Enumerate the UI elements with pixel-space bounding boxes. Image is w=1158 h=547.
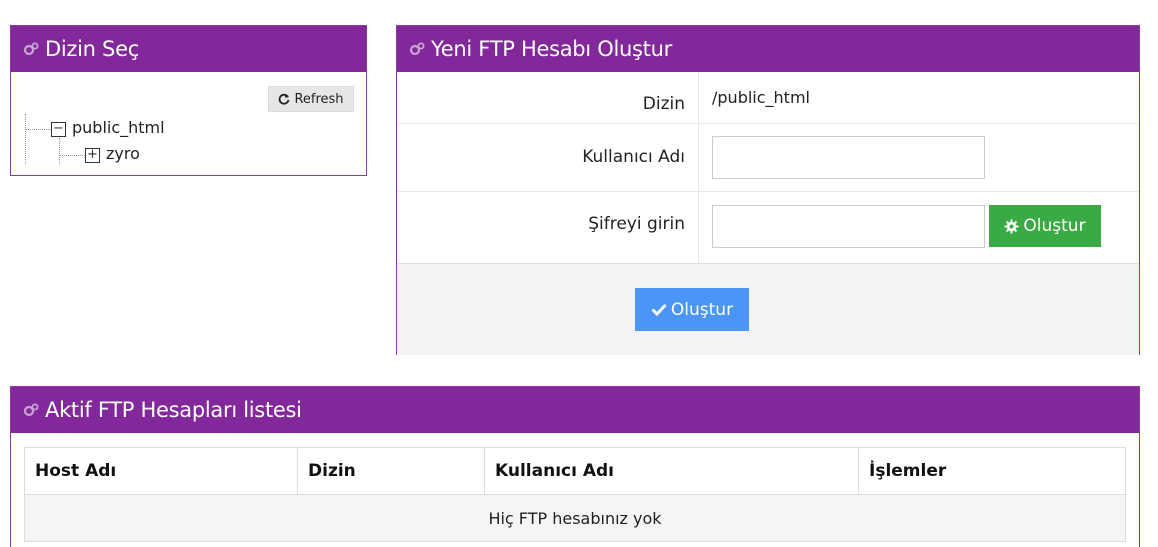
refresh-icon [278,93,290,105]
collapse-toggle[interactable]: − [51,122,66,137]
refresh-label: Refresh [294,91,344,107]
active-ftp-list-header: Aktif FTP Hesapları listesi [11,387,1139,433]
directory-select-header: Dizin Seç [11,26,366,72]
tree-line [59,138,60,164]
check-icon [651,303,667,316]
column-username: Kullanıcı Adı [484,447,859,495]
column-host-name: Host Adı [24,447,298,495]
tree-line [59,155,85,156]
form-footer: Oluştur [397,263,1139,355]
table-row: Hiç FTP hesabınız yok [24,494,1126,542]
ftp-accounts-table: Host Adı Dizin Kullanıcı Adı İşlemler Hi… [24,447,1126,542]
create-account-button[interactable]: Oluştur [635,288,749,331]
form-row-directory: Dizin /public_html [397,72,1139,124]
username-label: Kullanıcı Adı [582,147,685,167]
new-ftp-title: Yeni FTP Hesabı Oluştur [431,37,672,61]
expand-toggle[interactable]: + [85,148,100,163]
username-input[interactable] [712,136,985,179]
password-label: Şifreyi girin [588,214,685,234]
form-row-username: Kullanıcı Adı [397,124,1139,192]
tree-node-public-html[interactable]: public_html [72,118,165,137]
generate-password-button[interactable]: Oluştur [989,205,1101,247]
gears-icon [23,402,39,418]
gears-icon [23,41,39,57]
column-actions: İşlemler [858,447,1126,495]
form-row-password: Şifreyi girin Oluştur [397,192,1139,263]
gears-icon [409,41,425,57]
refresh-button[interactable]: Refresh [268,86,354,112]
active-ftp-list-panel: Aktif FTP Hesapları listesi Host Adı Diz… [10,386,1140,547]
tree-node-zyro[interactable]: zyro [106,144,140,163]
directory-select-title: Dizin Seç [45,37,139,61]
new-ftp-header: Yeni FTP Hesabı Oluştur [397,26,1139,72]
gear-icon [1004,218,1019,234]
tree-line [25,114,26,164]
new-ftp-panel: Yeni FTP Hesabı Oluştur Dizin /public_ht… [396,25,1140,355]
password-input[interactable] [712,205,985,248]
tree-line [25,129,51,130]
active-ftp-list-title: Aktif FTP Hesapları listesi [45,398,302,422]
generate-password-label: Oluştur [1023,216,1086,236]
column-directory: Dizin [297,447,485,495]
empty-table-message: Hiç FTP hesabınız yok [24,494,1126,542]
create-account-label: Oluştur [670,299,734,320]
directory-select-panel: Dizin Seç Refresh − public_html + zyro [10,25,367,176]
directory-label: Dizin [642,94,685,114]
directory-value: /public_html [712,88,810,107]
table-header-row: Host Adı Dizin Kullanıcı Adı İşlemler [24,447,1126,495]
